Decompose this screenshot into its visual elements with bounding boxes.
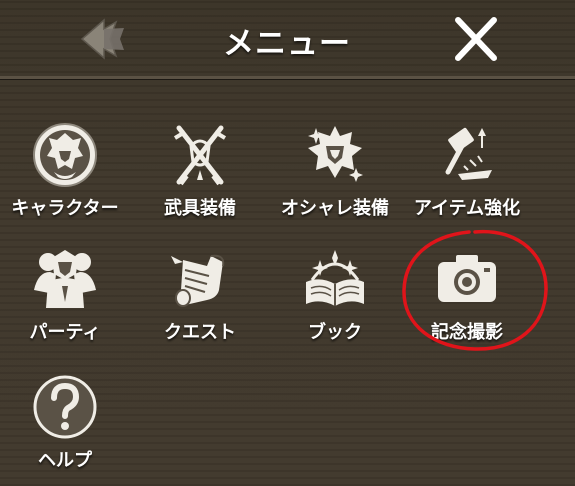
- menu-item-book[interactable]: ブック: [270, 246, 400, 356]
- camera-icon: [438, 255, 496, 302]
- party-icon: [34, 250, 96, 308]
- menu-label: オシャレ装備: [281, 198, 389, 219]
- quest-scroll-icon: [171, 254, 225, 307]
- menu-item-character[interactable]: キャラクター: [0, 122, 130, 232]
- page-title: メニュー: [223, 26, 351, 62]
- header-bar: メニュー: [0, 0, 575, 79]
- menu-item-help[interactable]: ヘルプ: [0, 374, 130, 484]
- weapon-equip-icon: [173, 125, 227, 186]
- menu-item-party[interactable]: パーティ: [0, 246, 130, 356]
- fashion-equip-icon: [308, 126, 363, 182]
- book-icon: [306, 250, 364, 306]
- header-divider: [0, 76, 575, 79]
- character-icon: [33, 123, 97, 187]
- menu-item-photo[interactable]: 記念撮影: [402, 246, 532, 356]
- menu-label: 記念撮影: [431, 322, 503, 343]
- menu-item-quest[interactable]: クエスト: [135, 246, 265, 356]
- menu-label: 武具装備: [164, 198, 236, 219]
- menu-label: ブック: [308, 322, 362, 343]
- menu-label: クエスト: [164, 322, 236, 343]
- menu-item-item-enhance[interactable]: アイテム強化: [402, 122, 532, 232]
- back-arrow-icon: [80, 18, 124, 60]
- menu-label: キャラクター: [11, 198, 119, 219]
- menu-item-weapon-equip[interactable]: 武具装備: [135, 122, 265, 232]
- menu-label: アイテム強化: [413, 198, 521, 219]
- item-enhance-icon: [445, 127, 492, 180]
- menu-item-fashion-equip[interactable]: オシャレ装備: [270, 122, 400, 232]
- menu-label: ヘルプ: [38, 450, 92, 471]
- back-button[interactable]: [76, 14, 132, 64]
- help-icon: [33, 375, 97, 439]
- close-button[interactable]: [448, 14, 504, 64]
- menu-label: パーティ: [29, 322, 101, 343]
- close-icon: [455, 17, 497, 61]
